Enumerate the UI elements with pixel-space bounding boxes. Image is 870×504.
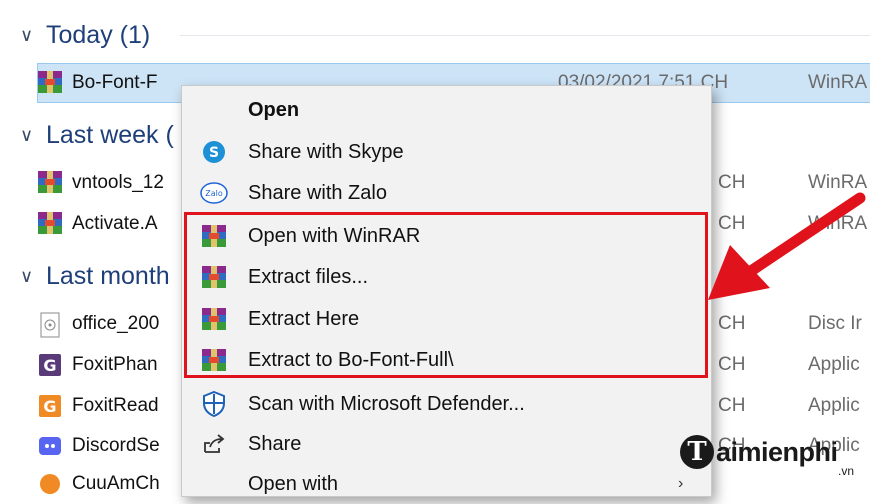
file-type: Applic	[808, 354, 860, 375]
menu-item-label: Scan with Microsoft Defender...	[248, 392, 525, 415]
watermark-logo: T	[680, 435, 714, 469]
svg-text:Zalo: Zalo	[205, 189, 223, 198]
winrar-icon	[38, 212, 64, 236]
group-header-last-week[interactable]: ∨ Last week (	[20, 118, 174, 152]
file-name: FoxitRead	[72, 395, 159, 416]
menu-item-share-zalo[interactable]: Zalo Share with Zalo	[182, 173, 711, 213]
share-icon	[200, 432, 228, 456]
menu-item-label: Share with Zalo	[248, 181, 387, 204]
foxit-reader-icon: G	[38, 394, 64, 418]
disc-image-icon	[38, 312, 64, 338]
file-name: DiscordSe	[72, 435, 160, 456]
file-name: Bo-Font-F	[72, 72, 158, 93]
group-header-last-month[interactable]: ∨ Last month	[20, 259, 170, 293]
file-name: office_200	[72, 313, 160, 334]
group-header-label: Today (1)	[46, 20, 151, 49]
menu-item-label: Share	[248, 432, 302, 455]
file-name: vntools_12	[72, 172, 164, 193]
group-header-label: Last month	[46, 261, 170, 290]
menu-item-label: Share with Skype	[248, 140, 404, 163]
file-date: CH	[718, 354, 746, 375]
taimienphi-watermark: T aimienphi	[680, 432, 838, 472]
file-name: Activate.A	[72, 213, 158, 234]
group-header-today[interactable]: ∨ Today (1)	[20, 18, 150, 52]
winrar-icon	[38, 71, 64, 95]
menu-item-label: Open with	[248, 472, 339, 495]
menu-item-scan-defender[interactable]: Scan with Microsoft Defender...	[182, 384, 711, 424]
menu-item-open-with[interactable]: Open with ›	[182, 464, 711, 504]
chevron-down-icon: ∨	[20, 265, 34, 286]
menu-item-share-skype[interactable]: S Share with Skype	[182, 132, 711, 172]
chevron-down-icon: ∨	[20, 24, 34, 45]
zalo-icon: Zalo	[200, 181, 228, 205]
file-type: Disc Ir	[808, 313, 862, 334]
file-type: Applic	[808, 395, 860, 416]
chevron-right-icon: ›	[678, 475, 684, 492]
svg-text:S: S	[209, 145, 219, 161]
file-name: CuuAmCh	[72, 473, 160, 494]
winrar-icon	[38, 171, 64, 195]
discord-icon	[38, 434, 64, 458]
watermark-text: aimienphi	[716, 436, 838, 467]
file-date: CH	[718, 395, 746, 416]
defender-shield-icon	[200, 391, 228, 417]
menu-item-open[interactable]: Open	[182, 90, 711, 130]
group-header-label: Last week (	[46, 120, 174, 149]
menu-item-label: Open	[248, 98, 300, 121]
file-type: WinRA	[808, 72, 868, 93]
chevron-down-icon: ∨	[20, 124, 34, 145]
file-name: FoxitPhan	[72, 354, 158, 375]
highlight-box	[184, 212, 708, 378]
app-icon	[38, 472, 64, 496]
file-date: CH	[718, 313, 746, 334]
svg-text:G: G	[43, 356, 56, 375]
foxit-phantom-icon: G	[38, 353, 64, 377]
group-divider	[180, 35, 870, 36]
menu-item-share[interactable]: Share	[182, 424, 711, 464]
svg-text:G: G	[43, 397, 56, 416]
skype-icon: S	[200, 140, 228, 164]
red-arrow-annotation	[708, 192, 866, 300]
watermark-suffix: .vn	[838, 464, 855, 478]
